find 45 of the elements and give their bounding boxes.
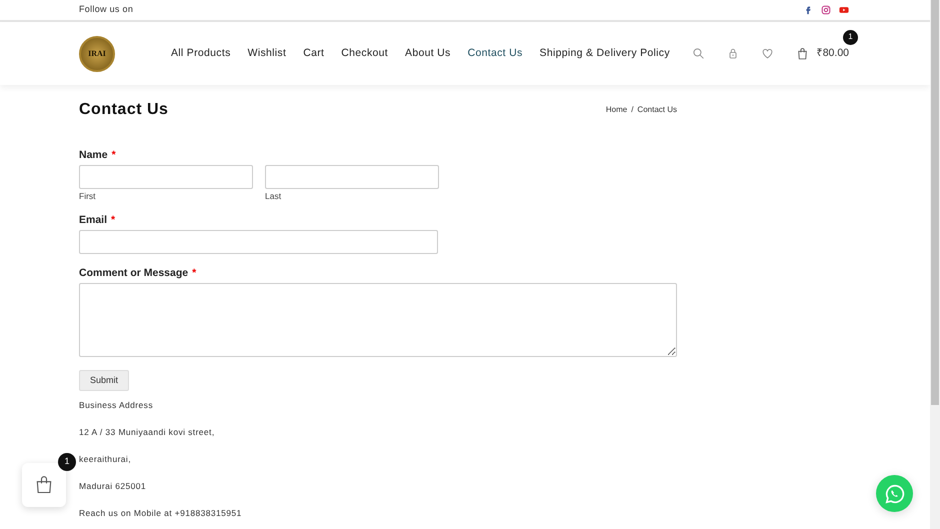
chat-phone-icon xyxy=(884,482,906,504)
required-mark: * xyxy=(192,267,196,279)
nav-link[interactable]: Checkout xyxy=(341,46,388,62)
search-icon[interactable] xyxy=(692,47,705,60)
first-name-field[interactable] xyxy=(79,165,253,189)
email-field[interactable] xyxy=(79,230,438,254)
heart-icon[interactable] xyxy=(760,47,774,60)
shopping-bag-icon[interactable] xyxy=(796,46,809,60)
breadcrumb-current: Contact Us xyxy=(637,104,677,116)
breadcrumb-separator: / xyxy=(631,104,634,116)
page-title: Contact Us xyxy=(79,100,168,120)
nav-link[interactable]: Cart xyxy=(303,46,324,62)
breadcrumb-link[interactable]: Home xyxy=(606,104,628,116)
nav-link[interactable]: Contact Us xyxy=(468,46,523,62)
nav-link[interactable]: About Us xyxy=(405,46,451,62)
field-label: Name xyxy=(79,149,108,161)
cart-count-badge: 1 xyxy=(843,30,858,45)
field-label: Comment or Message xyxy=(79,267,188,279)
address-line: Madurai 625001 xyxy=(79,482,148,490)
nav-link[interactable]: All Products xyxy=(171,46,231,62)
shopping-bag-icon xyxy=(34,474,54,496)
required-mark: * xyxy=(112,149,116,161)
follow-text: Follow us on xyxy=(79,3,134,16)
field-label: Email xyxy=(79,214,108,226)
address-line: Business Address xyxy=(79,401,154,410)
address-line: Reach us on Mobile at +918838315951 xyxy=(79,509,243,518)
whatsapp-button[interactable] xyxy=(876,475,913,512)
required-mark: * xyxy=(111,214,116,226)
address-line: keeraithurai, xyxy=(79,455,132,464)
floating-cart-button[interactable] xyxy=(22,463,66,507)
nav-link[interactable]: Shipping & Delivery Policy xyxy=(540,46,670,62)
last-name-field[interactable] xyxy=(265,165,439,189)
cart-count-badge: 1 xyxy=(58,453,76,471)
submit-button[interactable]: Submit xyxy=(79,370,130,391)
address-line: 12 A / 33 Muniyaandi kovi street, xyxy=(79,428,216,436)
youtube-icon[interactable] xyxy=(839,5,849,15)
lock-icon[interactable] xyxy=(726,47,739,60)
scrollbar-thumb[interactable] xyxy=(931,0,939,405)
logo[interactable]: IRAI xyxy=(79,36,115,72)
instagram-icon[interactable] xyxy=(821,5,831,15)
cart-total[interactable]: ₹80.00 xyxy=(816,46,849,62)
nav-link[interactable]: Wishlist xyxy=(248,46,286,62)
message-field[interactable] xyxy=(79,283,677,357)
field-sublabel: First xyxy=(79,191,97,201)
field-sublabel: Last xyxy=(265,191,282,201)
